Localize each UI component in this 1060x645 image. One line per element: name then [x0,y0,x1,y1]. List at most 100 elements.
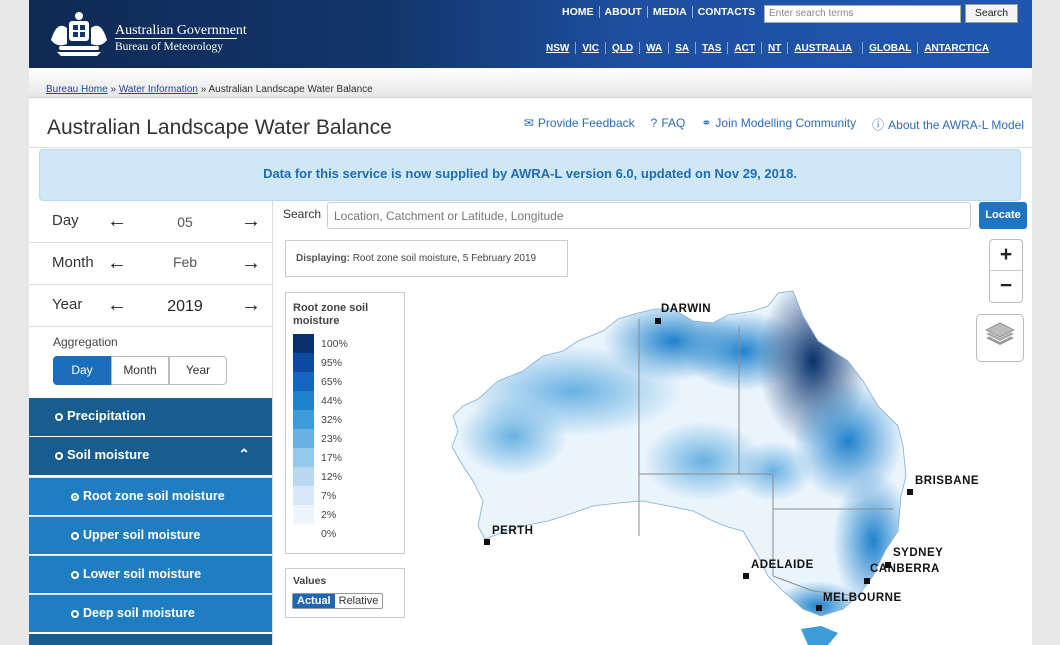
values-relative[interactable]: Relative [335,594,383,608]
aggregation-year[interactable]: Year [169,356,227,385]
menu-precipitation[interactable]: Precipitation [29,398,272,436]
handshake-icon: ⚭ [701,116,712,130]
site-header: Australian Government Bureau of Meteorol… [29,0,1032,68]
menu-next-item[interactable] [29,634,272,645]
zoom-in-button[interactable]: + [990,240,1022,271]
aggregation-month[interactable]: Month [111,356,169,385]
displaying-label: Displaying: [296,253,350,264]
city-darwin: DARWIN [661,303,712,315]
nav-about[interactable]: ABOUT [600,6,647,18]
legend-swatch [293,448,314,467]
displaying-value: Root zone soil moisture, 5 February 2019 [352,253,537,264]
state-nt[interactable]: NT [762,43,787,54]
legend-row: 23% [293,429,403,448]
title-divider [29,147,1032,148]
menu-deep-soil[interactable]: Deep soil moisture [29,594,272,632]
site-search-button[interactable]: Search [965,4,1018,23]
circle-icon [71,570,79,579]
values-toggle: Actual Relative [292,593,384,609]
legend-row: 32% [293,410,403,429]
coat-of-arms-icon [51,12,107,56]
circle-icon [55,412,63,421]
arrow-right-icon[interactable]: → [241,294,261,317]
legend-label: 65% [321,376,343,388]
city-marker [655,318,661,324]
year-selector: Year ← 2019 → [29,285,272,327]
state-act[interactable]: ACT [728,43,761,54]
legend-swatch [293,429,314,448]
about-model-link[interactable]: ⓘ About the AWRA-L Model [872,116,1024,133]
legend-label: 12% [321,471,343,483]
state-antarctica[interactable]: ANTARCTICA [918,43,995,54]
zoom-control: + − [989,239,1023,303]
city-marker [907,489,913,495]
state-wa[interactable]: WA [640,43,668,54]
state-nsw[interactable]: NSW [540,43,575,54]
city-sydney: SYDNEY [893,547,944,559]
aggregation-day[interactable]: Day [53,356,111,385]
menu-root-zone[interactable]: Root zone soil moisture [29,477,272,515]
state-global[interactable]: GLOBAL [863,43,917,54]
arrow-right-icon[interactable]: → [241,210,261,233]
faq-label: FAQ [661,116,686,130]
displaying-box: Displaying: Root zone soil moisture, 5 F… [285,240,568,277]
feedback-link[interactable]: ✉ Provide Feedback [524,116,635,133]
site-search-input[interactable]: Enter search terms [764,5,961,23]
circle-filled-icon [71,492,79,501]
breadcrumb-water[interactable]: Water Information [119,84,198,95]
state-australia[interactable]: AUSTRALIA [788,43,858,54]
faq-link[interactable]: ? FAQ [651,116,686,133]
values-actual[interactable]: Actual [293,594,335,608]
community-label: Join Modelling Community [715,116,857,130]
locate-button[interactable]: Locate [979,202,1027,229]
state-vic[interactable]: VIC [576,43,605,54]
arrow-left-icon[interactable]: ← [107,210,127,233]
legend-swatch [293,353,314,372]
city-marker [743,573,749,579]
legend-label: 95% [321,357,343,369]
page-frame: Australian Government Bureau of Meteorol… [29,0,1032,645]
map-legend: Root zone soil moisture 100% 95% 65% 44% 32%… [285,292,405,554]
values-box: Values Actual Relative [285,568,405,618]
legend-row: 12% [293,467,403,486]
nav-home[interactable]: HOME [557,6,599,18]
legend-title: Root zone soil moisture [293,302,369,327]
legend-swatch [293,391,314,410]
nav-contacts[interactable]: CONTACTS [693,6,761,18]
legend-label: 17% [321,452,343,464]
state-tas[interactable]: TAS [696,43,727,54]
menu-root-zone-label: Root zone soil moisture [83,489,225,503]
legend-row: 95% [293,353,403,372]
menu-soil-moisture-label: Soil moisture [67,447,150,462]
bom-logo[interactable]: Australian Government Bureau of Meteorol… [47,10,247,58]
city-canberra: CANBERRA [870,563,940,575]
legend-label: 23% [321,433,343,445]
legend-swatch [293,372,314,391]
breadcrumb-home[interactable]: Bureau Home [46,84,108,95]
legend-label: 44% [321,395,343,407]
day-value: 05 [177,214,193,230]
menu-upper-soil[interactable]: Upper soil moisture [29,516,272,554]
state-sa[interactable]: SA [669,43,695,54]
menu-lower-soil[interactable]: Lower soil moisture [29,555,272,593]
nav-media[interactable]: MEDIA [648,6,692,18]
map-panel: Search Location, Catchment or Latitude, … [272,201,1032,645]
zoom-out-button[interactable]: − [990,271,1022,302]
arrow-left-icon[interactable]: ← [107,252,127,275]
month-value: Feb [172,254,198,270]
menu-soil-moisture[interactable]: Soil moisture ⌃ [29,437,272,475]
layers-button[interactable] [976,314,1024,362]
breadcrumb-current: Australian Landscape Water Balance [208,84,373,95]
arrow-left-icon[interactable]: ← [107,294,127,317]
city-perth: PERTH [492,525,534,537]
values-label: Values [293,575,327,587]
state-qld[interactable]: QLD [606,43,639,54]
location-search-input[interactable]: Location, Catchment or Latitude, Longitu… [327,202,971,229]
legend-row: 44% [293,391,403,410]
legend-row: 100% [293,334,403,353]
map-view[interactable]: DARWIN BRISBANE PERTH SYDNEY CANBERRA AD… [273,231,1032,645]
legend-row: 17% [293,448,403,467]
legend-swatch [293,486,314,505]
arrow-right-icon[interactable]: → [241,252,261,275]
community-link[interactable]: ⚭ Join Modelling Community [701,116,856,133]
